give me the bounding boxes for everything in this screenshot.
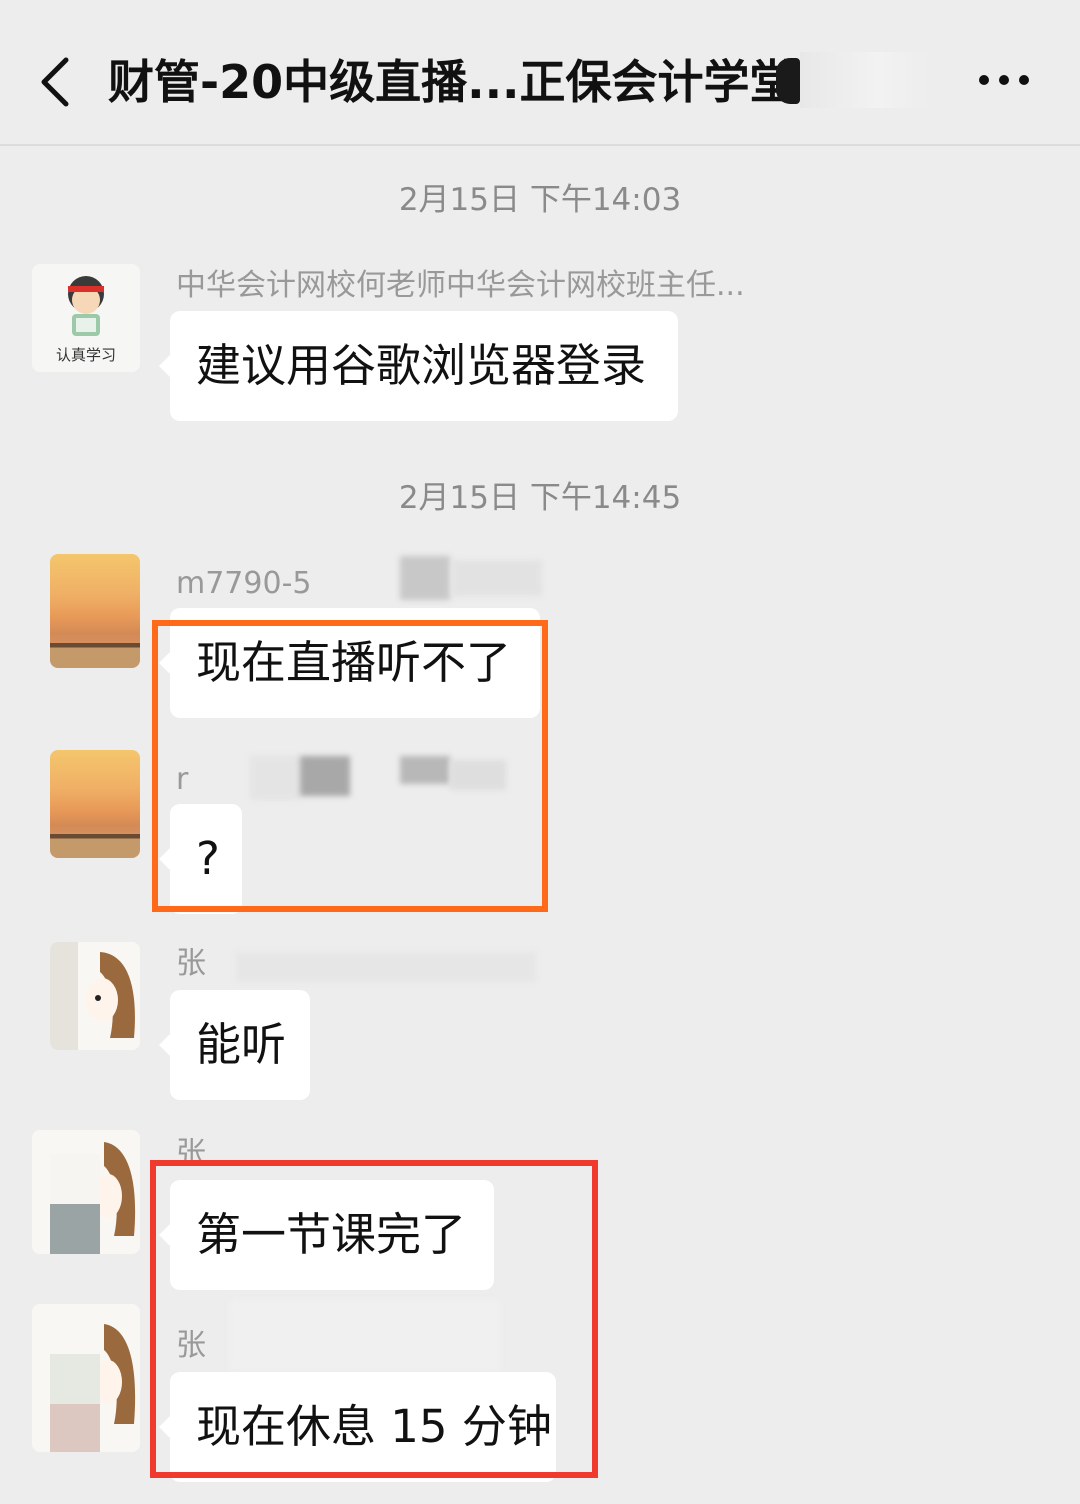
cartoon-girl-icon bbox=[50, 1324, 136, 1452]
highlight-box-orange bbox=[152, 620, 548, 912]
sender-name: 张 bbox=[176, 946, 206, 981]
redacted-mark bbox=[776, 58, 800, 104]
message-bubble[interactable]: 建议用谷歌浏览器登录 bbox=[159, 311, 678, 421]
highlight-box-red bbox=[150, 1160, 598, 1478]
redacted-area bbox=[452, 560, 542, 596]
chat-title: 财管-20中级直播...正保会计学堂 bbox=[108, 55, 796, 109]
timestamp: 2月15日 下午14:03 bbox=[398, 182, 682, 218]
avatar[interactable] bbox=[50, 942, 140, 1050]
cartoon-girl-icon bbox=[50, 942, 135, 1050]
sender-name: 中华会计网校何老师中华会计网校班主任... bbox=[176, 268, 745, 303]
sender-name: m7790-5 bbox=[176, 566, 312, 601]
more-horizontal-icon[interactable] bbox=[976, 66, 1032, 94]
chevron-left-icon[interactable] bbox=[36, 54, 76, 110]
timestamp: 2月15日 下午14:45 bbox=[398, 480, 682, 516]
avatar[interactable] bbox=[32, 1130, 140, 1254]
avatar[interactable] bbox=[50, 554, 140, 668]
avatar[interactable] bbox=[32, 1304, 140, 1452]
redacted-area bbox=[400, 556, 450, 600]
chat-header: 财管-20中级直播...正保会计学堂 bbox=[0, 0, 1080, 146]
message-bubble[interactable]: 能听 bbox=[159, 990, 310, 1100]
cartoon-girl-icon bbox=[50, 1142, 136, 1254]
avatar[interactable] bbox=[50, 750, 140, 858]
avatar-caption: 认真学习 bbox=[55, 346, 116, 364]
redacted-area bbox=[236, 952, 536, 982]
redacted-area bbox=[800, 52, 930, 108]
avatar[interactable]: 认真学习 bbox=[32, 264, 140, 372]
